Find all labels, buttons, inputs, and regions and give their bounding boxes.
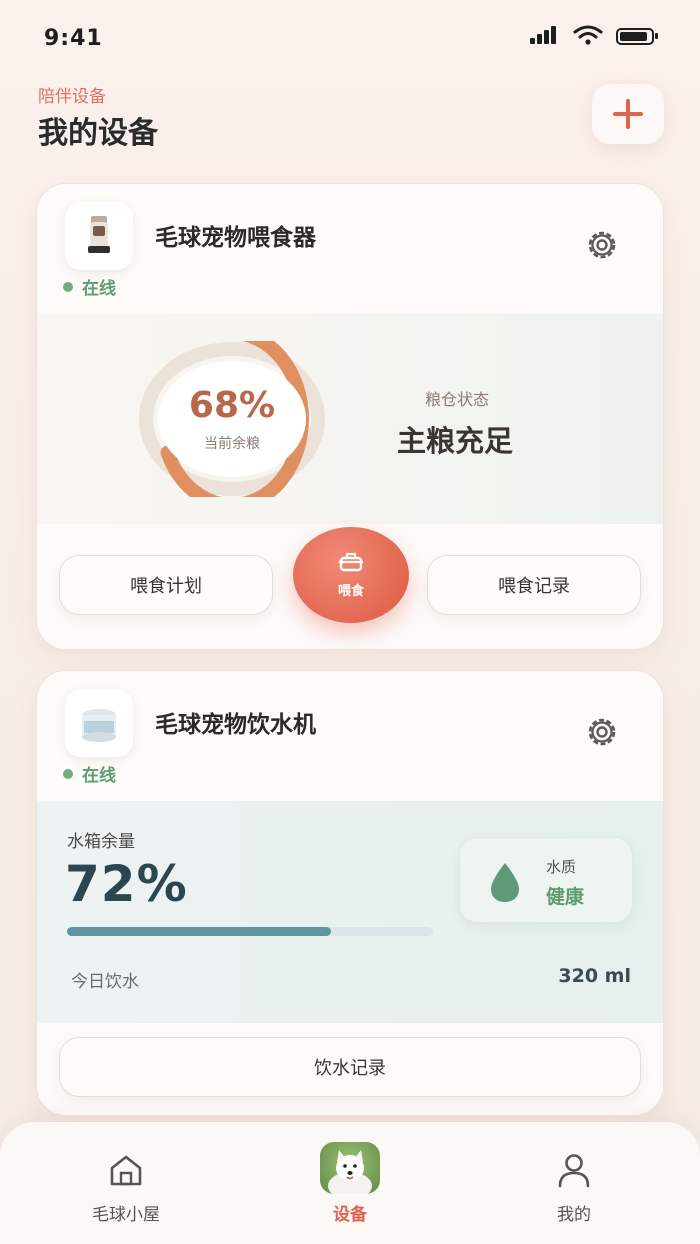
- fountain-name: 毛球宠物饮水机: [155, 712, 316, 738]
- water-record-button[interactable]: 饮水记录: [59, 1037, 641, 1097]
- page-title: 我的设备: [38, 116, 158, 151]
- food-level-ring: 68% 当前余粮: [137, 341, 327, 497]
- bin-status-label: 粮仓状态: [425, 390, 490, 409]
- signal-icon: [530, 26, 558, 44]
- gear-icon[interactable]: [585, 228, 619, 262]
- bin-status-value: 主粮充足: [397, 424, 514, 458]
- food-label: 当前余粮: [204, 436, 260, 452]
- pet-avatar: [320, 1142, 380, 1194]
- home-icon: [110, 1155, 142, 1186]
- tank-progress-bar: [67, 927, 433, 936]
- nav-mine[interactable]: 我的: [504, 1122, 644, 1244]
- today-drink-value: 320 ml: [558, 965, 631, 987]
- fountain-status-badge: 在线: [63, 761, 116, 786]
- feeder-card[interactable]: 毛球宠物喂食器 在线 68% 当前余粮 粮仓状态 主粮充足 喂食计划 喂食记录 …: [36, 183, 664, 650]
- wifi-icon: [573, 25, 603, 45]
- feeder-device-icon: [88, 216, 110, 253]
- nav-devices[interactable]: 设备: [280, 1122, 420, 1244]
- plus-icon: [613, 99, 643, 129]
- bottom-nav: 毛球小屋 设备 我的: [0, 1122, 700, 1244]
- fountain-thumbnail: [65, 689, 133, 757]
- tank-progress-fill: [67, 927, 331, 936]
- feeder-thumbnail: [65, 202, 133, 270]
- nav-home[interactable]: 毛球小屋: [56, 1122, 196, 1244]
- fountain-status-text: 在线: [82, 766, 116, 786]
- nav-mine-label: 我的: [557, 1205, 591, 1225]
- food-percent: 68%: [188, 385, 276, 426]
- today-drink-label: 今日饮水: [71, 972, 139, 992]
- feeder-status-badge: 在线: [63, 274, 116, 299]
- water-quality-value: 健康: [546, 886, 585, 908]
- dog-avatar-icon: [328, 1150, 372, 1194]
- feeder-name: 毛球宠物喂食器: [155, 225, 316, 251]
- status-bar: 9:41: [0, 0, 700, 70]
- add-device-button[interactable]: [592, 84, 664, 144]
- feed-record-button[interactable]: 喂食记录: [427, 555, 641, 615]
- nav-home-label: 毛球小屋: [92, 1205, 160, 1225]
- online-dot: [63, 281, 73, 292]
- tank-label: 水箱余量: [67, 832, 135, 852]
- gear-icon[interactable]: [585, 715, 619, 749]
- feeder-status-panel: 68% 当前余粮 粮仓状态 主粮充足: [37, 314, 663, 524]
- status-time: 9:41: [44, 26, 103, 51]
- battery-icon: [616, 28, 658, 45]
- online-dot: [63, 768, 73, 779]
- fountain-device-icon: [82, 709, 116, 742]
- feed-now-button[interactable]: 喂食: [293, 527, 409, 623]
- header-subtitle: 陪伴设备: [38, 87, 106, 107]
- nav-devices-label: 设备: [333, 1205, 367, 1225]
- fountain-card[interactable]: 毛球宠物饮水机 在线 水箱余量 72% 水质 健康 今日饮水 320 ml 饮水…: [36, 670, 664, 1116]
- person-icon: [558, 1154, 590, 1188]
- water-drop-icon: [491, 863, 519, 902]
- feeder-status-text: 在线: [82, 279, 116, 299]
- feed-plan-button[interactable]: 喂食计划: [59, 555, 273, 615]
- water-quality-box: 水质 健康: [459, 837, 633, 923]
- bowl-icon: [339, 552, 363, 571]
- tank-percent: 72%: [65, 855, 188, 913]
- water-quality-label: 水质: [546, 858, 577, 876]
- feed-now-label: 喂食: [337, 583, 364, 599]
- fountain-status-panel: 水箱余量 72% 水质 健康 今日饮水 320 ml: [37, 801, 663, 1023]
